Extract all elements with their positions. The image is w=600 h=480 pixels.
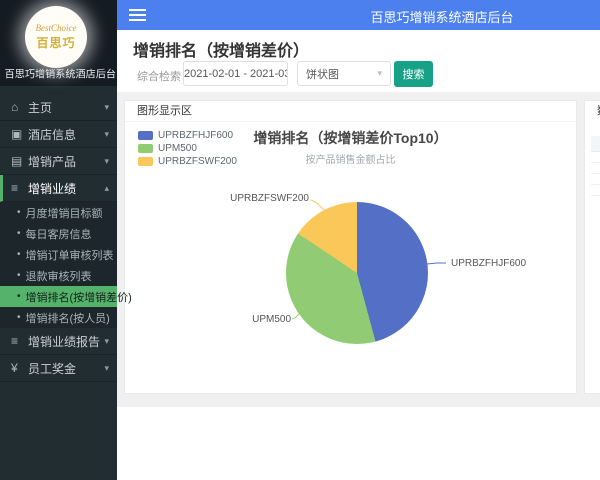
brand-logo: BestChoice 百思巧 — [25, 6, 87, 68]
submenu-item-label: 增销订单审核列表 — [25, 249, 114, 262]
sidebar-item-home[interactable]: ⌂ 主页 ▾ — [0, 94, 117, 121]
bullet-icon: • — [17, 207, 21, 218]
sidebar-item-label: 增销业绩 — [28, 181, 77, 196]
chevron-down-icon: ▾ — [104, 362, 109, 373]
cards-band: 图形显示区 UPRBZFHJF600 UPM500 UPRBZFSWF200 增… — [117, 92, 600, 407]
app-title: 百思巧增销系统酒店后台 — [370, 10, 514, 25]
hotel-info-icon: ▣ — [11, 127, 23, 141]
search-toolbar: 综合检索： 饼状图 ▾ 搜索 — [117, 61, 600, 87]
menu-toggle-icon[interactable] — [129, 9, 146, 21]
performance-submenu: • 月度增销目标额 • 每日客房信息 • 增销订单审核列表 • 退款审核列表 •… — [0, 202, 132, 328]
content-area: 增销排名（按增销差价） 综合检索： 饼状图 ▾ 搜索 图形显示区 UPRBZFH… — [117, 30, 600, 480]
logo-block: BestChoice 百思巧 百思巧增销系统酒店后台 — [0, 0, 117, 86]
submenu-item-label: 增销排名(按增销差价) — [25, 291, 132, 304]
chevron-down-icon: ▾ — [104, 335, 109, 346]
table-row — [591, 163, 600, 174]
pie-chart: UPRBZFHJF600 UPM500 UPRBZFSWF200 增销排名（按增… — [125, 122, 576, 393]
legend-label: UPM500 — [158, 143, 197, 154]
submenu-item-label: 每日客房信息 — [25, 228, 92, 241]
sidebar-item-label: 主页 — [28, 100, 53, 115]
legend-swatch — [138, 144, 153, 153]
sidebar-app-name: 百思巧增销系统酒店后台 — [4, 69, 116, 81]
bullet-icon: • — [17, 249, 21, 260]
sidebar-item-label: 增销业绩报告 — [28, 334, 101, 349]
brand-name-cn: 百思巧 — [36, 36, 76, 50]
submenu-item-monthly-target[interactable]: • 月度增销目标额 — [0, 202, 117, 223]
sidebar-item-upsell-performance[interactable]: ≡ 增销业绩 ▴ — [0, 175, 117, 202]
sidebar-item-label: 员工奖金 — [28, 361, 77, 376]
table-row — [591, 174, 600, 185]
chevron-down-icon: ▾ — [104, 101, 109, 112]
data-panel: 数据显示区 — [584, 100, 600, 394]
chevron-down-icon: ▾ — [104, 128, 109, 139]
submenu-item-daily-room-info[interactable]: • 每日客房信息 — [0, 223, 117, 244]
chevron-up-icon: ▴ — [104, 182, 109, 193]
legend-label: UPRBZFHJF600 — [158, 130, 234, 141]
legend-swatch — [138, 157, 153, 166]
bullet-icon: • — [17, 270, 21, 281]
data-table — [591, 136, 600, 196]
sidebar-item-label: 增销产品 — [28, 154, 77, 169]
submenu-item-ranking-by-price-diff[interactable]: • 增销排名(按增销差价) — [0, 286, 132, 307]
product-icon: ▤ — [11, 154, 23, 168]
table-row — [591, 185, 600, 196]
data-panel-title: 数据显示区 — [585, 101, 600, 122]
page-title: 增销排名（按增销差价） — [133, 43, 310, 60]
submenu-item-refund-review-list[interactable]: • 退款审核列表 — [0, 265, 117, 286]
search-button[interactable]: 搜索 — [394, 61, 433, 87]
date-range-input[interactable] — [183, 61, 288, 86]
chart-panel: 图形显示区 UPRBZFHJF600 UPM500 UPRBZFSWF200 增… — [124, 100, 577, 394]
bonus-icon: ¥ — [11, 361, 18, 375]
chevron-down-icon: ▾ — [377, 68, 382, 78]
brand-name-en: BestChoice — [35, 23, 77, 33]
pie-label-uprbzfswf200: UPRBZFSWF200 — [230, 193, 309, 204]
chevron-down-icon: ▾ — [104, 155, 109, 166]
performance-icon: ≡ — [11, 181, 19, 195]
legend-item[interactable]: UPRBZFSWF200 — [138, 155, 237, 168]
chart-legend: UPRBZFHJF600 UPM500 UPRBZFSWF200 — [138, 129, 237, 168]
table-row — [591, 152, 600, 163]
sidebar-item-hotel-info[interactable]: ▣ 酒店信息 ▾ — [0, 121, 117, 148]
pie-label-uprbzfhjf600: UPRBZFHJF600 — [451, 258, 527, 269]
legend-swatch — [138, 131, 153, 140]
sidebar-item-upsell-products[interactable]: ▤ 增销产品 ▾ — [0, 148, 117, 175]
submenu-item-label: 增销排名(按人员) — [25, 312, 110, 325]
bullet-icon: • — [17, 228, 21, 239]
submenu-item-label: 月度增销目标额 — [25, 207, 103, 220]
pie-label-upm500: UPM500 — [252, 314, 291, 325]
table-header-row — [591, 136, 600, 152]
pie-graphic[interactable] — [286, 202, 428, 344]
sidebar-item-label: 酒店信息 — [28, 127, 77, 142]
chart-type-select[interactable]: 饼状图 ▾ — [297, 61, 391, 86]
chart-panel-title: 图形显示区 — [125, 101, 576, 122]
submenu-item-label: 退款审核列表 — [25, 270, 92, 283]
bullet-icon: • — [17, 312, 21, 323]
legend-item[interactable]: UPM500 — [138, 142, 237, 155]
sidebar-item-performance-report[interactable]: ≡ 增销业绩报告 ▾ — [0, 328, 117, 355]
legend-item[interactable]: UPRBZFHJF600 — [138, 129, 237, 142]
sidebar-item-staff-bonus[interactable]: ¥ 员工奖金 ▾ — [0, 355, 117, 382]
legend-label: UPRBZFSWF200 — [158, 156, 237, 167]
sidebar-menu: ⌂ 主页 ▾ ▣ 酒店信息 ▾ ▤ 增销产品 ▾ ≡ 增销业绩 ▴ • 月度增销… — [0, 94, 132, 382]
submenu-item-order-review-list[interactable]: • 增销订单审核列表 — [0, 244, 117, 265]
home-icon: ⌂ — [11, 100, 19, 114]
bullet-icon: • — [17, 291, 21, 302]
top-navbar: 百思巧增销系统酒店后台 — [117, 0, 600, 30]
chart-type-value: 饼状图 — [306, 68, 339, 81]
submenu-item-ranking-by-staff[interactable]: • 增销排名(按人员) — [0, 307, 117, 328]
report-icon: ≡ — [11, 334, 19, 348]
sidebar: BestChoice 百思巧 百思巧增销系统酒店后台 ⌂ 主页 ▾ ▣ 酒店信息… — [0, 0, 132, 480]
